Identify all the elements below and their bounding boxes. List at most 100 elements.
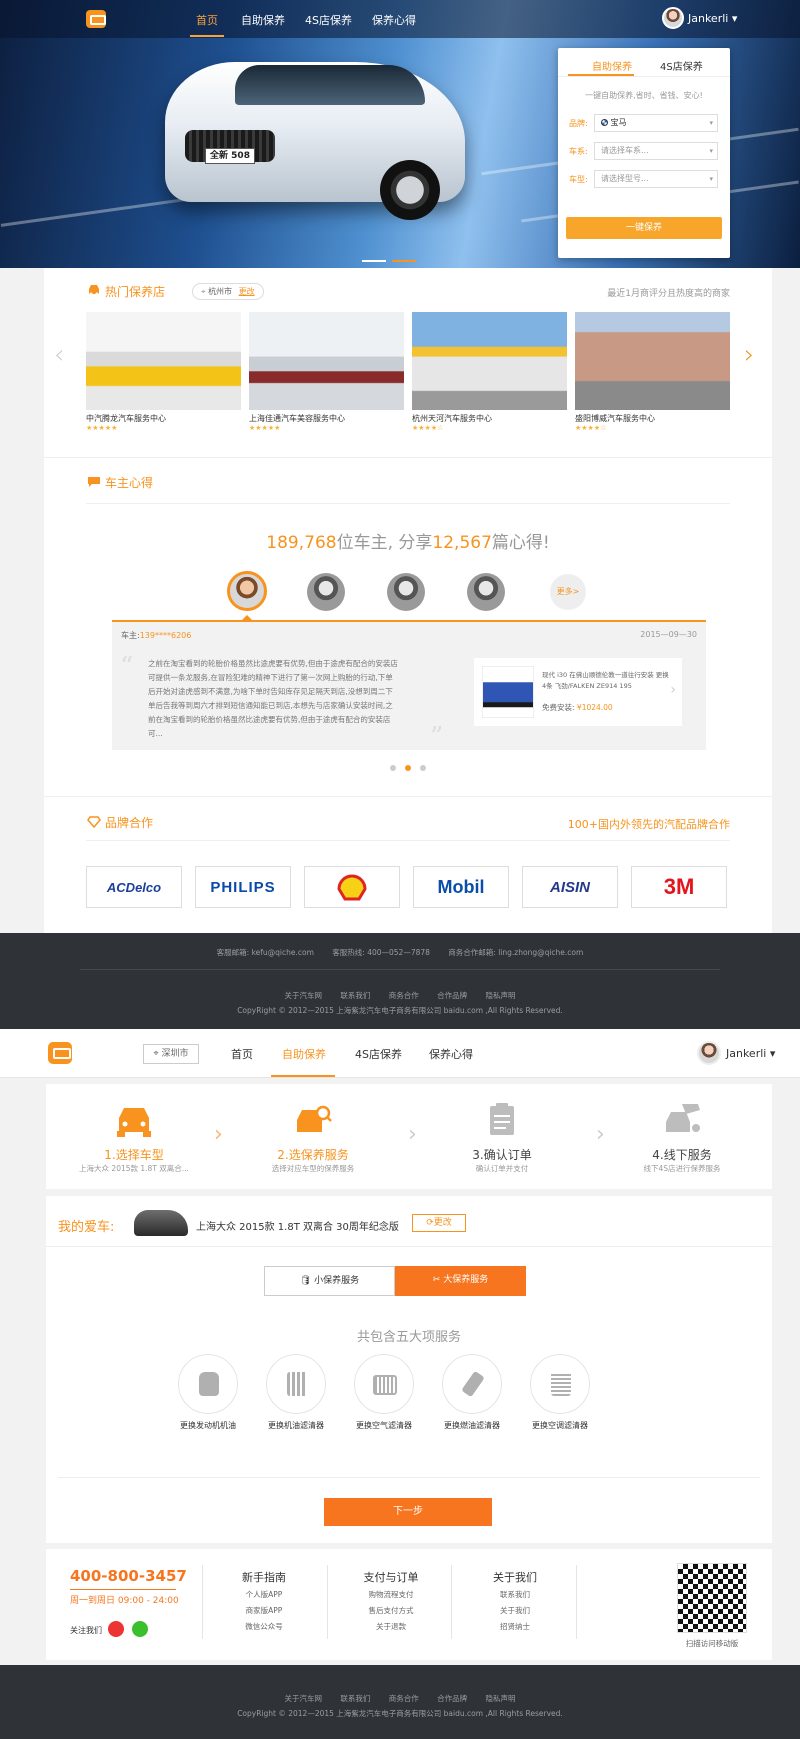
service-ac-filter[interactable]: [530, 1354, 590, 1414]
pager-dot[interactable]: [390, 765, 396, 771]
bmw-icon: [601, 119, 608, 126]
offline-service-icon: [666, 1104, 700, 1132]
nav-maintenance-notes[interactable]: 保养心得: [429, 1046, 473, 1062]
slide-indicator-active[interactable]: [362, 260, 386, 262]
follow-label: 关注我们: [70, 1626, 102, 1635]
user-menu[interactable]: Jankerli ▾: [726, 1047, 775, 1060]
brand-label: 品牌:: [569, 119, 588, 128]
city-selector[interactable]: ⌖ 杭州市 更改: [192, 283, 264, 300]
footer-link-brands[interactable]: 合作品牌: [437, 991, 467, 1000]
store-card[interactable]: 杭州天河汽车服务中心 ★★★★☆: [412, 312, 567, 432]
logo-icon[interactable]: [86, 10, 106, 28]
store-card[interactable]: 盛阳博威汽车服务中心 ★★★★☆: [575, 312, 730, 432]
model-placeholder: 请选择型号...: [601, 174, 649, 183]
change-city-link[interactable]: 更改: [239, 287, 255, 296]
divider: [576, 1565, 577, 1639]
hot-stores-title: 热门保养店: [105, 285, 166, 299]
owner-avatar[interactable]: [307, 573, 345, 611]
service-fuel-filter[interactable]: [442, 1354, 502, 1414]
nav-4s-maintenance[interactable]: 4S店保养: [355, 1046, 402, 1062]
logo-icon[interactable]: [48, 1042, 72, 1064]
divider: [46, 1246, 772, 1247]
one-click-maintenance-button[interactable]: 一键保养: [566, 217, 722, 239]
service-label: 更换机油滤清器: [268, 1421, 324, 1430]
tab-minor-service[interactable]: 🛢 小保养服务: [264, 1266, 395, 1296]
pager-dot-active[interactable]: [405, 765, 411, 771]
user-menu[interactable]: Jankerli ▾: [688, 12, 737, 25]
owner-avatar[interactable]: [387, 573, 425, 611]
pager-dot[interactable]: [420, 765, 426, 771]
next-arrow-icon[interactable]: ›: [744, 340, 754, 370]
product-card[interactable]: 现代 i30 在佛山顺德伦教一道往行安装 更换4条 飞劲/FALKEN ZE91…: [474, 658, 682, 726]
brand-acdelco[interactable]: ACDelco: [86, 866, 182, 908]
owner-avatar-active[interactable]: [227, 571, 267, 611]
more-owners-button[interactable]: 更多>: [550, 574, 586, 610]
footer-link-privacy[interactable]: 隐私声明: [486, 991, 516, 1000]
footer-link[interactable]: 购物流程支付: [346, 1589, 436, 1600]
service-engine-oil[interactable]: [178, 1354, 238, 1414]
footer-link-contact[interactable]: 联系我们: [340, 1694, 370, 1703]
tab-major-service[interactable]: ✂ 大保养服务: [395, 1266, 526, 1296]
owner-suffix: 位车主,: [336, 533, 393, 553]
owner-avatar[interactable]: [467, 573, 505, 611]
chevron-right-icon: ›: [670, 682, 676, 698]
nav-home[interactable]: 首页: [196, 12, 218, 28]
footer-link[interactable]: 个人版APP: [219, 1589, 309, 1600]
footer-col-title: 新手指南: [242, 1571, 286, 1584]
divider: [44, 796, 772, 797]
footer-link[interactable]: 关于退款: [346, 1621, 436, 1632]
brand-select[interactable]: 宝马 ▾: [594, 114, 718, 132]
model-select[interactable]: 请选择型号... ▾: [594, 170, 718, 188]
footer-link[interactable]: 商家版APP: [219, 1605, 309, 1616]
footer-link-about[interactable]: 关于汽车网: [284, 1694, 322, 1703]
service-label: 更换发动机机油: [180, 1421, 236, 1430]
service-email: 客服邮箱: kefu@qiche.com: [216, 948, 314, 957]
brand-mobil[interactable]: Mobil: [413, 866, 509, 908]
footer-link-about[interactable]: 关于汽车网: [284, 991, 322, 1000]
footer-link-privacy[interactable]: 隐私声明: [486, 1694, 516, 1703]
series-placeholder: 请选择车系...: [601, 146, 649, 155]
nav-active-underline: [271, 1075, 335, 1077]
avatar[interactable]: [662, 7, 684, 29]
footer-link[interactable]: 联系我们: [470, 1589, 560, 1600]
prev-arrow-icon[interactable]: ‹: [54, 340, 64, 370]
divider: [558, 76, 730, 77]
tab-self-maintenance[interactable]: 自助保养: [592, 58, 632, 73]
next-step-button[interactable]: 下一步: [324, 1498, 492, 1526]
testimonial-card: 车主:139****6206 2015—09—30 “ 之前在淘宝看到的轮胎价格…: [112, 620, 706, 752]
store-photo: [575, 312, 730, 410]
brand-aisin[interactable]: AISIN: [522, 866, 618, 908]
series-select[interactable]: 请选择车系... ▾: [594, 142, 718, 160]
store-card[interactable]: 中汽腾龙汽车服务中心 ★★★★★: [86, 312, 241, 432]
user-name: Jankerli: [688, 12, 729, 25]
slide-indicator[interactable]: [392, 260, 416, 262]
nav-maintenance-notes[interactable]: 保养心得: [372, 12, 416, 28]
avatar[interactable]: [697, 1041, 721, 1065]
store-card[interactable]: 上海佳通汽车美容服务中心 ★★★★★: [249, 312, 404, 432]
footer-link-brands[interactable]: 合作品牌: [437, 1694, 467, 1703]
brand-shell[interactable]: [304, 866, 400, 908]
footer-link-business[interactable]: 商务合作: [389, 1694, 419, 1703]
brand-philips[interactable]: PHILIPS: [195, 866, 291, 908]
footer-link-business[interactable]: 商务合作: [389, 991, 419, 1000]
nav-home[interactable]: 首页: [231, 1046, 253, 1062]
footer-link[interactable]: 关于我们: [470, 1605, 560, 1616]
footer-link[interactable]: 招贤纳士: [470, 1621, 560, 1632]
service-air-filter[interactable]: [354, 1354, 414, 1414]
change-car-button[interactable]: ⟳更改: [412, 1214, 466, 1232]
nav-4s-maintenance[interactable]: 4S店保养: [305, 12, 352, 28]
service-oil-filter[interactable]: [266, 1354, 326, 1414]
my-car-label: 我的爱车:: [58, 1220, 115, 1235]
wechat-icon[interactable]: [132, 1621, 148, 1637]
footer-link-contact[interactable]: 联系我们: [340, 991, 370, 1000]
tab-4s-maintenance[interactable]: 4S店保养: [660, 58, 703, 73]
city-selector[interactable]: ⌖ 深圳市: [143, 1044, 199, 1064]
nav-self-maintenance[interactable]: 自助保养: [241, 12, 285, 28]
weibo-icon[interactable]: [108, 1621, 124, 1637]
chevron-down-icon: ▾: [728, 12, 738, 25]
brand-3m[interactable]: 3M: [631, 866, 727, 908]
nav-self-maintenance[interactable]: 自助保养: [282, 1046, 326, 1062]
quote-open-icon: “: [120, 652, 134, 682]
footer-link[interactable]: 微信公众号: [219, 1621, 309, 1632]
footer-link[interactable]: 售后支付方式: [346, 1605, 436, 1616]
